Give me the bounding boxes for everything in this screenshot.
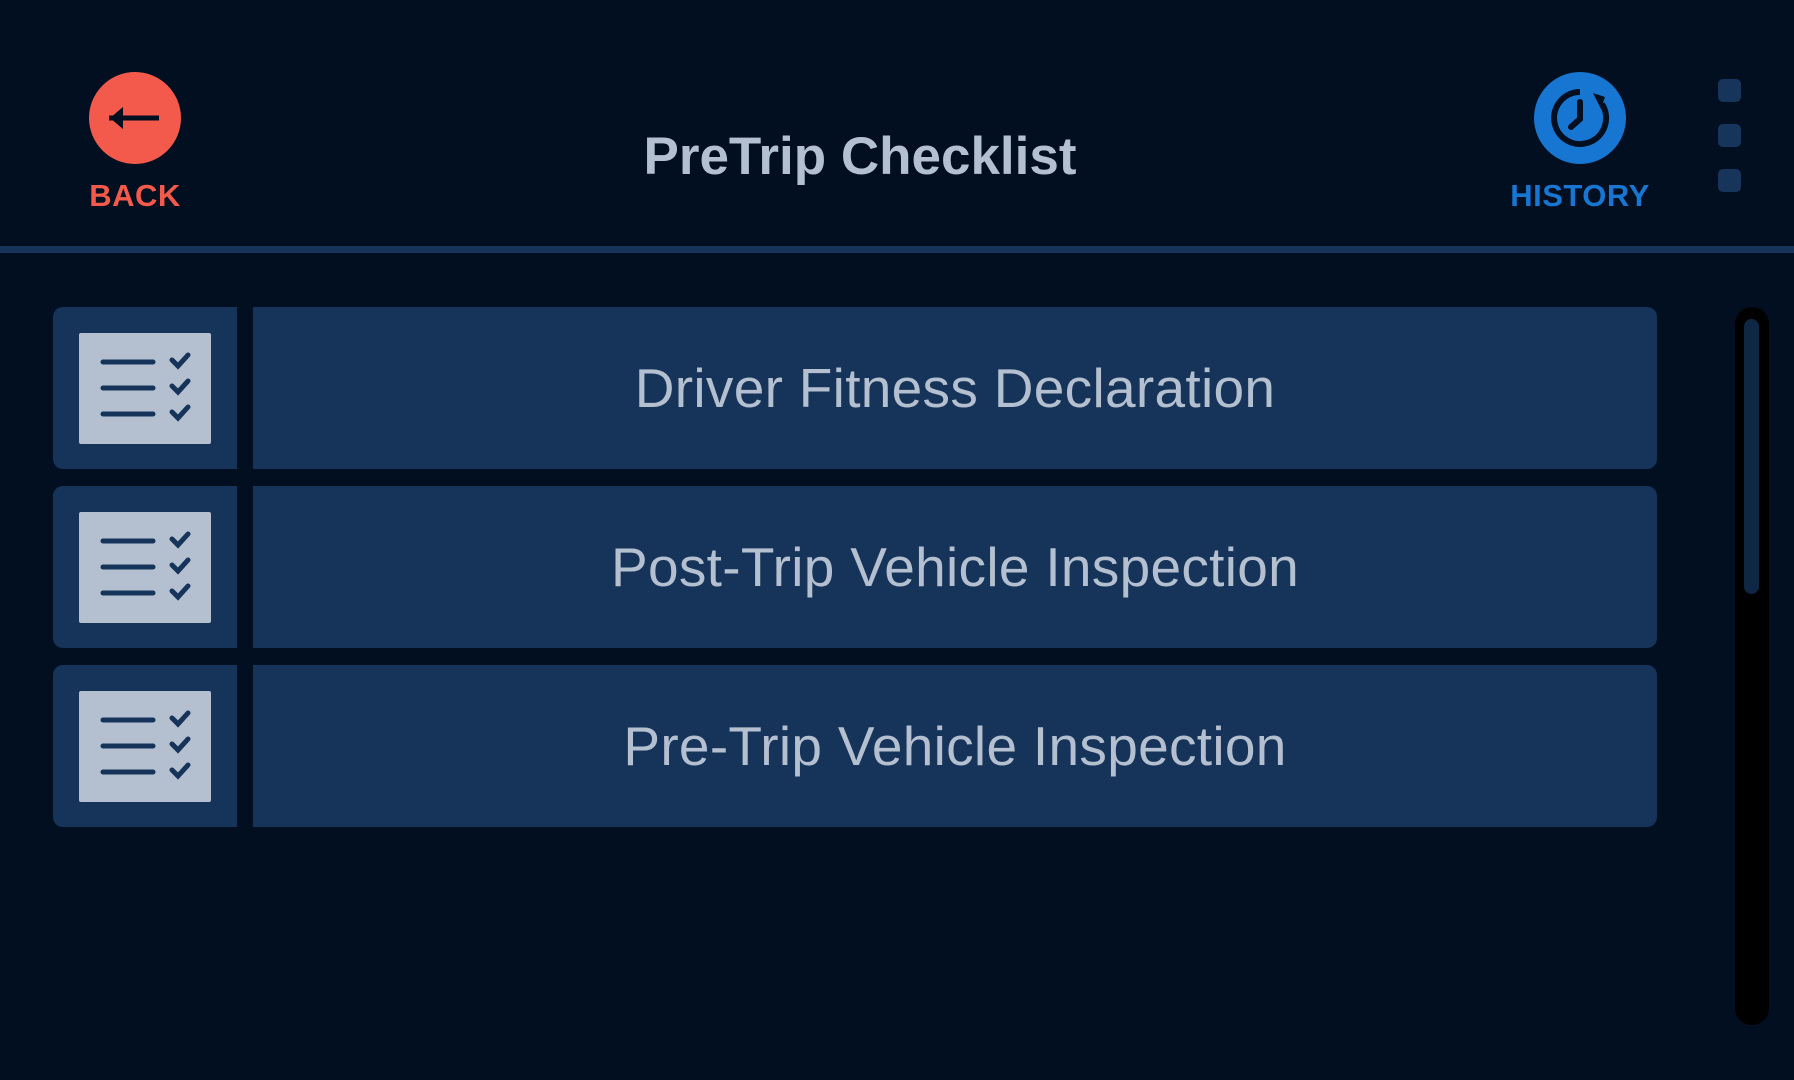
- back-button[interactable]: BACK: [84, 72, 186, 214]
- history-label[interactable]: HISTORY: [1505, 178, 1655, 214]
- checklist-icon-cell[interactable]: [53, 307, 237, 469]
- scrollbar[interactable]: [1735, 307, 1769, 1025]
- overflow-dot: [1718, 169, 1741, 192]
- checklist-item-label: Driver Fitness Declaration: [634, 357, 1276, 419]
- scrollbar-thumb[interactable]: [1744, 319, 1759, 594]
- page-title: PreTrip Checklist: [643, 127, 1077, 186]
- back-circle[interactable]: [89, 72, 181, 164]
- checklist-icon-cell[interactable]: [53, 665, 237, 827]
- overflow-menu-icon[interactable]: [1718, 79, 1744, 199]
- checklist-label-cell[interactable]: Post-Trip Vehicle Inspection: [253, 486, 1657, 648]
- history-circle[interactable]: [1534, 72, 1626, 164]
- history-button[interactable]: HISTORY: [1505, 72, 1655, 214]
- checklist-item-post-trip[interactable]: Post-Trip Vehicle Inspection: [53, 486, 1657, 648]
- checklist-label-cell[interactable]: Driver Fitness Declaration: [253, 307, 1657, 469]
- checklist-item-driver-fitness[interactable]: Driver Fitness Declaration: [53, 307, 1657, 469]
- app-root: BACK PreTrip Checklist HISTORY Driver Fi…: [0, 0, 1794, 1080]
- arrow-left-icon: [109, 107, 159, 129]
- back-label[interactable]: BACK: [84, 178, 186, 214]
- checklist-glyph: [100, 352, 191, 422]
- checklist-glyph: [100, 710, 191, 780]
- checklist-icon-cell[interactable]: [53, 486, 237, 648]
- checklist-glyph: [100, 531, 191, 601]
- top-bar: BACK PreTrip Checklist HISTORY: [0, 0, 1794, 246]
- checklist-item-pre-trip[interactable]: Pre-Trip Vehicle Inspection: [53, 665, 1657, 827]
- checklist-icon: [79, 512, 211, 623]
- checklist-icon: [79, 691, 211, 802]
- header-divider: [0, 246, 1794, 253]
- overflow-dot: [1718, 124, 1741, 147]
- checklist-item-label: Pre-Trip Vehicle Inspection: [623, 715, 1287, 777]
- clock-history-icon: [1551, 89, 1610, 147]
- checklist-item-label: Post-Trip Vehicle Inspection: [610, 536, 1300, 598]
- checklist-icon: [79, 333, 211, 444]
- overflow-dot: [1718, 79, 1741, 102]
- checklist-label-cell[interactable]: Pre-Trip Vehicle Inspection: [253, 665, 1657, 827]
- checklist-list: Driver Fitness Declaration Post-Trip Veh…: [53, 307, 1657, 844]
